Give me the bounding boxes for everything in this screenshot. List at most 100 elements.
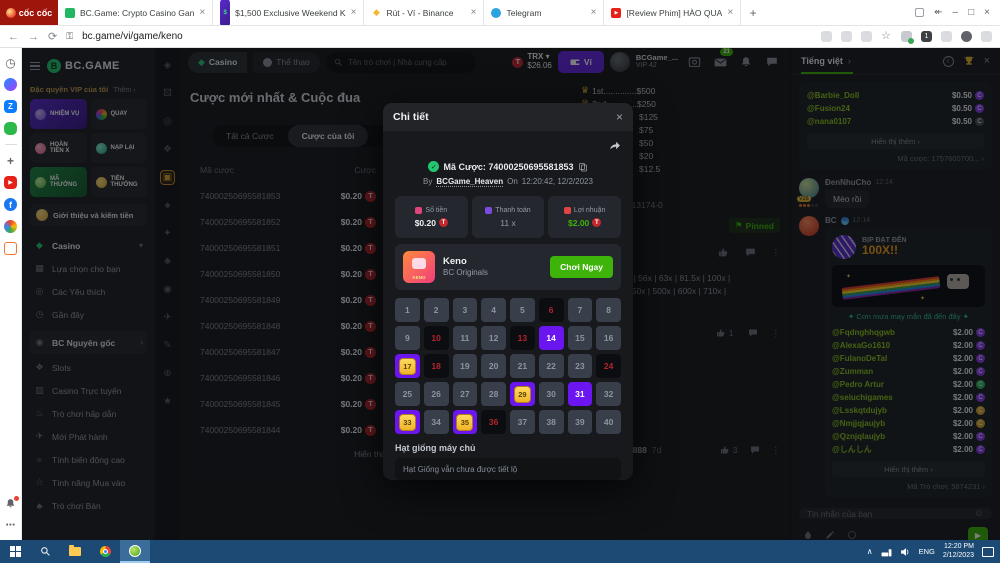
- tab-close-icon[interactable]: ×: [591, 7, 597, 18]
- browser-tab[interactable]: ▶[Review Phim] HÀO QUA×: [604, 0, 741, 25]
- keno-cell[interactable]: 15: [568, 326, 593, 350]
- translate-extension-icon[interactable]: [861, 31, 872, 42]
- tab-close-icon[interactable]: ×: [727, 7, 733, 18]
- keno-cell[interactable]: 21: [510, 354, 535, 378]
- keno-cell[interactable]: 19: [453, 354, 478, 378]
- window-maximize-button[interactable]: □: [968, 7, 974, 18]
- action-center-icon[interactable]: [982, 547, 994, 557]
- keno-cell[interactable]: 40: [596, 410, 621, 434]
- server-seed-field[interactable]: Hạt Giống vẫn chưa được tiết lộ: [395, 458, 621, 480]
- history-icon[interactable]: ◷: [4, 56, 17, 69]
- bookmark-star-icon[interactable]: ☆: [881, 31, 892, 42]
- tray-expand-icon[interactable]: ∧: [867, 547, 873, 556]
- gem-icon: 33: [399, 414, 416, 431]
- shopping-icon[interactable]: [4, 242, 17, 255]
- keno-cell[interactable]: 32: [596, 382, 621, 406]
- browser-tab[interactable]: Telegram×: [484, 0, 604, 25]
- keno-cell[interactable]: 7: [568, 298, 593, 322]
- profile-avatar-icon[interactable]: [961, 31, 972, 42]
- keno-cell-drawn[interactable]: 24: [596, 354, 621, 378]
- keno-cell[interactable]: 37: [510, 410, 535, 434]
- keno-cell[interactable]: 1: [395, 298, 420, 322]
- keno-cell[interactable]: 28: [481, 382, 506, 406]
- back-button[interactable]: ←: [8, 31, 19, 43]
- keno-cell-pick[interactable]: 31: [568, 382, 593, 406]
- keno-cell[interactable]: 23: [568, 354, 593, 378]
- new-tab-button[interactable]: +: [741, 0, 765, 25]
- keno-cell[interactable]: 5: [510, 298, 535, 322]
- puzzle-extensions-icon[interactable]: [941, 31, 952, 42]
- keno-cell-drawn[interactable]: 18: [424, 354, 449, 378]
- keno-cell[interactable]: 34: [424, 410, 449, 434]
- modal-close-button[interactable]: ×: [616, 110, 623, 124]
- keno-cell[interactable]: 39: [568, 410, 593, 434]
- network-icon[interactable]: [881, 547, 892, 557]
- reader-mode-icon[interactable]: [915, 8, 924, 17]
- keno-cell[interactable]: 26: [424, 382, 449, 406]
- games-icon[interactable]: [4, 122, 17, 135]
- apps-icon[interactable]: [4, 220, 17, 233]
- share-icon[interactable]: [608, 139, 621, 152]
- keno-cell[interactable]: 20: [481, 354, 506, 378]
- keno-cell[interactable]: 3: [453, 298, 478, 322]
- counter-extension-icon[interactable]: 1: [921, 31, 932, 42]
- keno-cell[interactable]: 38: [539, 410, 564, 434]
- keno-cell[interactable]: 11: [453, 326, 478, 350]
- rail-more-icon[interactable]: ⋯: [4, 519, 17, 532]
- keno-cell[interactable]: 16: [596, 326, 621, 350]
- tab-arrow-icon[interactable]: ↞: [934, 7, 942, 18]
- keno-cell[interactable]: 30: [539, 382, 564, 406]
- play-now-button[interactable]: Chơi Ngay: [550, 256, 613, 278]
- bet-author-link[interactable]: BCGame_Heaven: [436, 177, 503, 187]
- keno-cell-drawn[interactable]: 10: [424, 326, 449, 350]
- reload-button[interactable]: ⟳: [48, 30, 57, 43]
- coccoc-button[interactable]: [120, 540, 150, 563]
- input-language[interactable]: ENG: [919, 547, 935, 556]
- notifications-bell-icon[interactable]: [4, 497, 17, 510]
- tab-close-icon[interactable]: ×: [351, 7, 357, 18]
- url-text[interactable]: bc.game/vi/game/keno: [82, 31, 183, 42]
- keno-cell[interactable]: 4: [481, 298, 506, 322]
- keno-cell[interactable]: 12: [481, 326, 506, 350]
- coccoc-brand[interactable]: cốc cốc: [0, 0, 58, 25]
- volume-icon[interactable]: [900, 547, 911, 557]
- keno-cell-hit[interactable]: 17: [395, 354, 420, 378]
- keno-cell-hit[interactable]: 35: [453, 410, 478, 434]
- keno-cell-drawn[interactable]: 13: [510, 326, 535, 350]
- taskbar-clock[interactable]: 12:20 PM 2/12/2023: [943, 543, 974, 561]
- browser-tab[interactable]: ◆Rút - Ví - Binance×: [364, 0, 484, 25]
- keno-cell-drawn[interactable]: 36: [481, 410, 506, 434]
- start-button[interactable]: [0, 540, 30, 563]
- file-explorer-button[interactable]: [60, 540, 90, 563]
- browser-tab[interactable]: $$1,500 Exclusive Weekend K×: [213, 0, 364, 25]
- tab-close-icon[interactable]: ×: [199, 7, 205, 18]
- keno-cell[interactable]: 8: [596, 298, 621, 322]
- keno-cell[interactable]: 25: [395, 382, 420, 406]
- forward-button[interactable]: →: [28, 31, 39, 43]
- keno-cell[interactable]: 2: [424, 298, 449, 322]
- key-extension-icon[interactable]: [821, 31, 832, 42]
- window-minimize-button[interactable]: –: [953, 7, 959, 18]
- facebook-icon[interactable]: f: [4, 198, 17, 211]
- keno-cell-pick[interactable]: 14: [539, 326, 564, 350]
- keno-cell-drawn[interactable]: 6: [539, 298, 564, 322]
- chrome-button[interactable]: [90, 540, 120, 563]
- keno-game-icon[interactable]: [403, 251, 435, 283]
- download-extension-icon[interactable]: [841, 31, 852, 42]
- messenger-icon[interactable]: [4, 78, 17, 91]
- copy-icon[interactable]: [578, 162, 588, 172]
- keno-cell[interactable]: 27: [453, 382, 478, 406]
- keno-cell-hit[interactable]: 33: [395, 410, 420, 434]
- keno-cell[interactable]: 22: [539, 354, 564, 378]
- tab-close-icon[interactable]: ×: [471, 7, 477, 18]
- keno-cell[interactable]: 9: [395, 326, 420, 350]
- taskbar-search-button[interactable]: [30, 540, 60, 563]
- downloads-tray-icon[interactable]: [981, 31, 992, 42]
- browser-tab[interactable]: BC.Game: Crypto Casino Gan×: [58, 0, 213, 25]
- window-close-button[interactable]: ×: [984, 7, 990, 18]
- youtube-icon[interactable]: ▶: [4, 176, 17, 189]
- add-shortcut-button[interactable]: +: [4, 154, 17, 167]
- zalo-icon[interactable]: Z: [4, 100, 17, 113]
- keno-cell-hit[interactable]: 29: [510, 382, 535, 406]
- adblock-shield-icon[interactable]: [901, 31, 912, 42]
